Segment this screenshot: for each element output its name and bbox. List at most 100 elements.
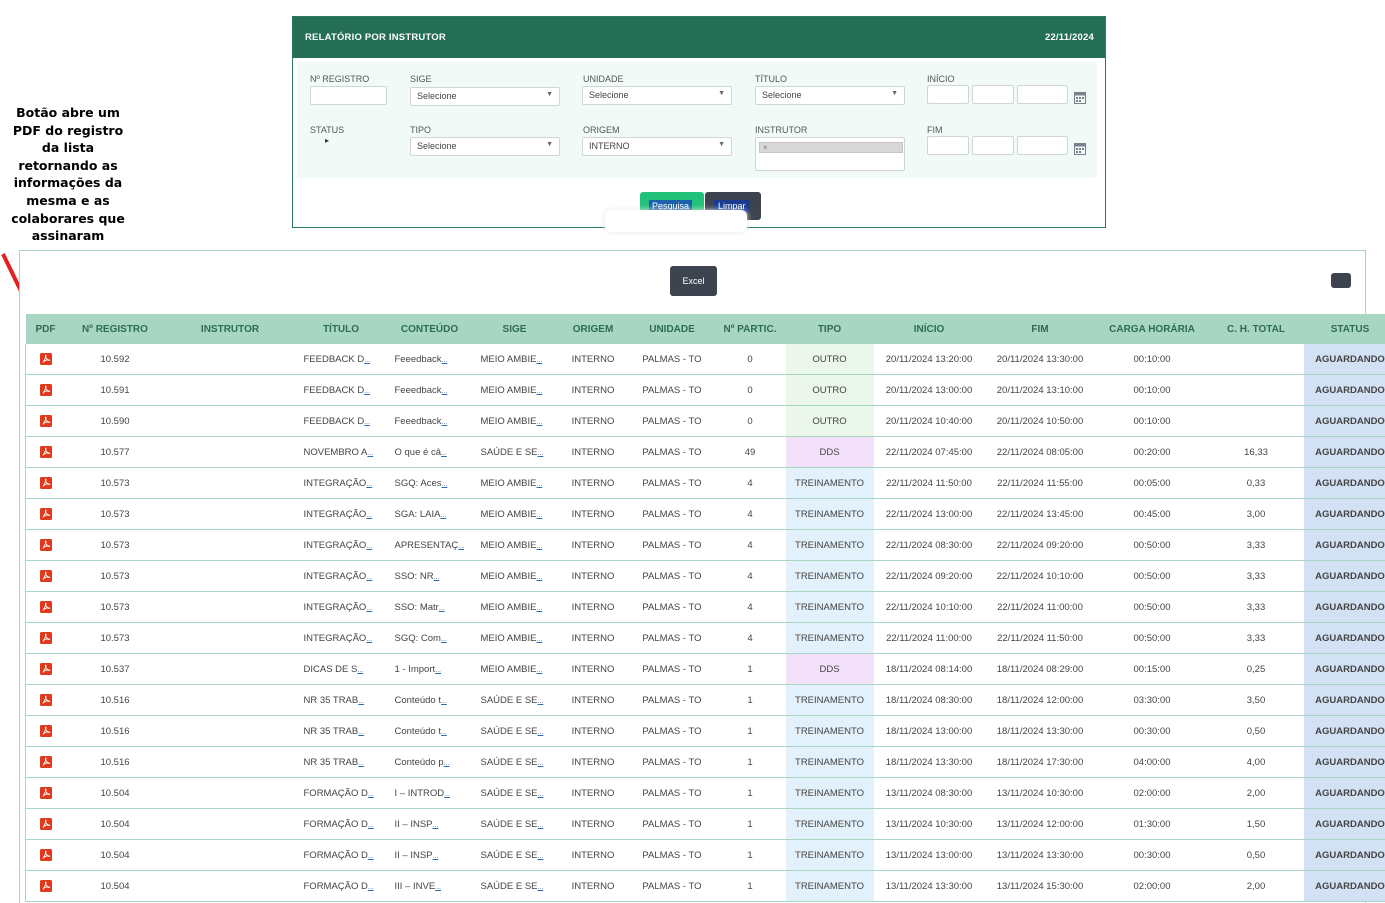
- col-unidade[interactable]: UNIDADE: [629, 314, 715, 344]
- expand-link[interactable]: [366, 478, 372, 489]
- tipo-select[interactable]: Selecione ▼: [410, 137, 560, 156]
- pdf-button[interactable]: [25, 839, 66, 871]
- pdf-button[interactable]: [25, 808, 66, 840]
- col-inicio[interactable]: INÍCIO: [873, 314, 985, 344]
- excel-export-button[interactable]: Excel: [670, 266, 717, 296]
- inicio-year-input[interactable]: [1017, 85, 1068, 104]
- expand-link[interactable]: [433, 819, 439, 830]
- pdf-button[interactable]: [25, 529, 66, 561]
- col-origem[interactable]: ORIGEM: [556, 314, 630, 344]
- col-titulo[interactable]: TÍTULO: [295, 314, 387, 344]
- expand-link[interactable]: [435, 664, 441, 675]
- col-fim[interactable]: FIM: [984, 314, 1096, 344]
- col-status[interactable]: STATUS: [1303, 314, 1385, 344]
- unidade-select[interactable]: Selecione ▼: [582, 86, 732, 105]
- expand-link[interactable]: [536, 354, 542, 365]
- expand-link[interactable]: [442, 385, 448, 396]
- expand-link[interactable]: [536, 478, 542, 489]
- expand-link[interactable]: [442, 354, 448, 365]
- expand-link[interactable]: [441, 726, 447, 737]
- expand-link[interactable]: [358, 726, 364, 737]
- inicio-month-input[interactable]: [972, 85, 1014, 104]
- expand-link[interactable]: [441, 447, 447, 458]
- pdf-icon[interactable]: [39, 787, 52, 799]
- pdf-icon[interactable]: [39, 849, 52, 861]
- titulo-select[interactable]: Selecione ▼: [755, 86, 905, 105]
- expand-link[interactable]: [366, 540, 372, 551]
- expand-link[interactable]: [364, 385, 370, 396]
- pdf-icon[interactable]: [39, 818, 52, 830]
- pdf-button[interactable]: [25, 746, 66, 778]
- expand-link[interactable]: [442, 416, 448, 427]
- expand-link[interactable]: [442, 478, 448, 489]
- pdf-button[interactable]: [25, 684, 66, 716]
- origem-select[interactable]: INTERNO ▼: [582, 137, 732, 156]
- pdf-button[interactable]: [25, 405, 66, 437]
- pdf-icon[interactable]: [39, 539, 52, 551]
- pdf-icon[interactable]: [39, 694, 52, 706]
- fim-month-input[interactable]: [972, 136, 1014, 155]
- pdf-button[interactable]: [25, 622, 66, 654]
- expand-link[interactable]: [357, 664, 363, 675]
- expand-link[interactable]: [441, 695, 447, 706]
- pdf-icon[interactable]: [39, 508, 52, 520]
- expand-link[interactable]: [366, 509, 372, 520]
- expand-link[interactable]: [538, 695, 544, 706]
- pdf-icon[interactable]: [39, 384, 52, 396]
- col-conteudo[interactable]: CONTEÚDO: [386, 314, 473, 344]
- expand-link[interactable]: [536, 509, 542, 520]
- expand-link[interactable]: [538, 757, 544, 768]
- expand-link[interactable]: [366, 633, 372, 644]
- expand-link[interactable]: [536, 416, 542, 427]
- pdf-icon[interactable]: [39, 446, 52, 458]
- expand-link[interactable]: [358, 695, 364, 706]
- col-pdf[interactable]: PDF: [25, 314, 66, 344]
- expand-link[interactable]: [536, 385, 542, 396]
- expand-link[interactable]: [364, 416, 370, 427]
- expand-link[interactable]: [368, 819, 374, 830]
- expand-link[interactable]: [458, 540, 464, 551]
- pdf-icon[interactable]: [39, 880, 52, 892]
- pdf-button[interactable]: [25, 653, 66, 685]
- remove-tag-icon[interactable]: ×: [763, 143, 768, 152]
- inicio-day-input[interactable]: [927, 85, 969, 104]
- col-registro[interactable]: Nº REGISTRO: [65, 314, 165, 344]
- status-toggle[interactable]: ▸: [314, 136, 344, 167]
- col-total[interactable]: C. H. TOTAL: [1208, 314, 1304, 344]
- pdf-icon[interactable]: [39, 601, 52, 613]
- expand-link[interactable]: [538, 447, 544, 458]
- expand-link[interactable]: [538, 726, 544, 737]
- expand-link[interactable]: [368, 788, 374, 799]
- expand-link[interactable]: [538, 881, 544, 892]
- expand-link[interactable]: [441, 633, 447, 644]
- expand-link[interactable]: [364, 354, 370, 365]
- col-carga[interactable]: CARGA HORÁRIA: [1095, 314, 1209, 344]
- pdf-icon[interactable]: [39, 477, 52, 489]
- expand-link[interactable]: [536, 602, 542, 613]
- calendar-icon[interactable]: [1074, 142, 1086, 155]
- sige-select[interactable]: Selecione ▼: [410, 87, 560, 106]
- expand-link[interactable]: [536, 633, 542, 644]
- pdf-icon[interactable]: [39, 632, 52, 644]
- pdf-button[interactable]: [25, 467, 66, 499]
- instrutor-tag[interactable]: ×: [759, 142, 903, 153]
- registro-input[interactable]: [310, 86, 387, 105]
- instrutor-multiselect[interactable]: ×: [755, 137, 905, 171]
- pdf-button[interactable]: [25, 560, 66, 592]
- pdf-button[interactable]: [25, 344, 66, 375]
- expand-link[interactable]: [366, 602, 372, 613]
- fim-day-input[interactable]: [927, 136, 969, 155]
- pdf-icon[interactable]: [39, 570, 52, 582]
- pdf-icon[interactable]: [39, 415, 52, 427]
- expand-link[interactable]: [433, 850, 439, 861]
- expand-link[interactable]: [538, 819, 544, 830]
- pdf-button[interactable]: [25, 777, 66, 809]
- expand-link[interactable]: [536, 664, 542, 675]
- expand-link[interactable]: [444, 757, 450, 768]
- pdf-button[interactable]: [25, 591, 66, 623]
- expand-link[interactable]: [444, 788, 450, 799]
- expand-link[interactable]: [368, 881, 374, 892]
- pdf-icon[interactable]: [39, 756, 52, 768]
- pdf-button[interactable]: [25, 870, 66, 902]
- column-menu-button[interactable]: [1331, 273, 1351, 288]
